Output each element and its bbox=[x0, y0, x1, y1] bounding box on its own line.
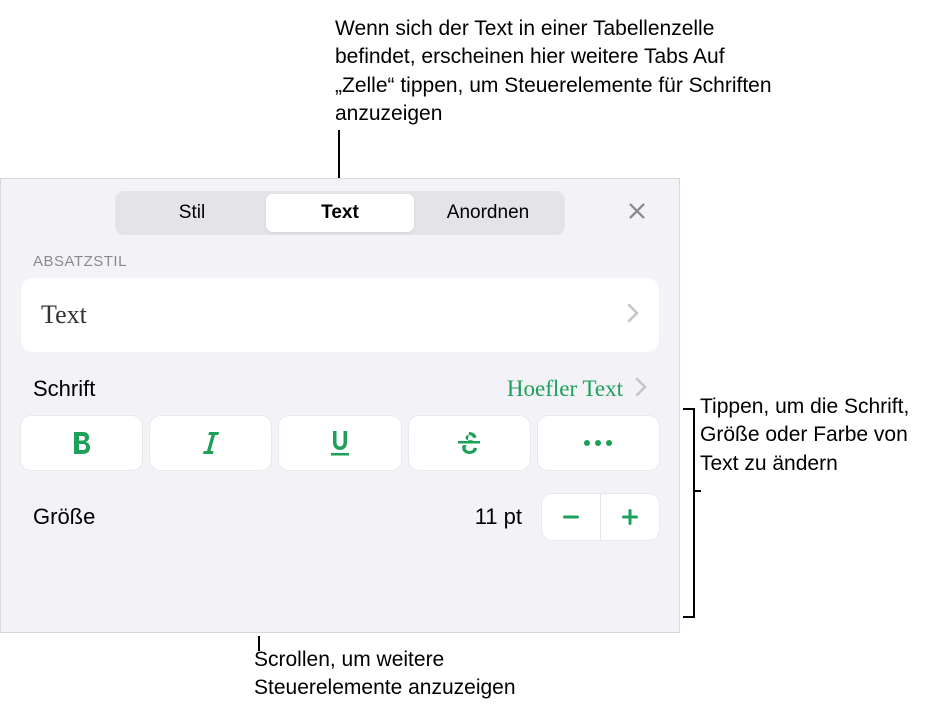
callout-right-text: Tippen, um die Schrift, Größe oder Farbe… bbox=[700, 393, 910, 478]
chevron-right-icon bbox=[635, 377, 647, 402]
segmented-control: Stil Text Anordnen bbox=[115, 191, 565, 235]
callout-right-stem bbox=[695, 490, 701, 492]
size-row: Größe 11 pt bbox=[1, 470, 679, 540]
size-stepper bbox=[542, 494, 659, 540]
strikethrough-icon bbox=[456, 430, 482, 456]
callout-bottom-leader bbox=[258, 636, 260, 651]
size-value: 11 pt bbox=[475, 504, 522, 530]
callout-top-text: Wenn sich der Text in einer Tabellenzell… bbox=[335, 15, 775, 128]
tab-text[interactable]: Text bbox=[266, 194, 414, 232]
underline-button[interactable] bbox=[279, 416, 400, 470]
italic-button[interactable] bbox=[150, 416, 271, 470]
italic-icon bbox=[201, 430, 221, 456]
underline-icon bbox=[328, 429, 352, 457]
size-controls: 11 pt bbox=[475, 494, 659, 540]
font-row[interactable]: Schrift Hoefler Text bbox=[1, 352, 679, 416]
plus-icon bbox=[619, 506, 641, 528]
ellipsis-icon bbox=[582, 438, 614, 448]
close-icon bbox=[626, 200, 648, 222]
font-label: Schrift bbox=[33, 376, 95, 402]
style-buttons-row bbox=[1, 416, 679, 470]
size-increase-button[interactable] bbox=[601, 494, 659, 540]
paragraph-style-row[interactable]: Text bbox=[21, 278, 659, 352]
tab-anordnen[interactable]: Anordnen bbox=[414, 194, 562, 232]
font-value-group: Hoefler Text bbox=[507, 376, 647, 402]
bold-button[interactable] bbox=[21, 416, 142, 470]
format-panel: Stil Text Anordnen ABSATZSTIL Text Schri… bbox=[0, 178, 680, 633]
chevron-right-icon bbox=[627, 303, 639, 328]
bold-icon bbox=[71, 430, 93, 456]
paragraph-style-section-label: ABSATZSTIL bbox=[1, 247, 679, 278]
paragraph-style-value: Text bbox=[41, 300, 87, 330]
tab-stil[interactable]: Stil bbox=[118, 194, 266, 232]
size-decrease-button[interactable] bbox=[542, 494, 600, 540]
strikethrough-button[interactable] bbox=[409, 416, 530, 470]
close-button[interactable] bbox=[623, 197, 651, 225]
tabs-row: Stil Text Anordnen bbox=[1, 179, 679, 247]
callout-right-bracket bbox=[683, 408, 695, 618]
more-text-options-button[interactable] bbox=[538, 416, 659, 470]
minus-icon bbox=[560, 506, 582, 528]
font-value: Hoefler Text bbox=[507, 376, 623, 402]
callout-top-leader bbox=[338, 130, 340, 185]
size-label: Größe bbox=[33, 504, 95, 530]
callout-bottom-text: Scrollen, um weitere Steuerelemente anzu… bbox=[254, 646, 594, 703]
